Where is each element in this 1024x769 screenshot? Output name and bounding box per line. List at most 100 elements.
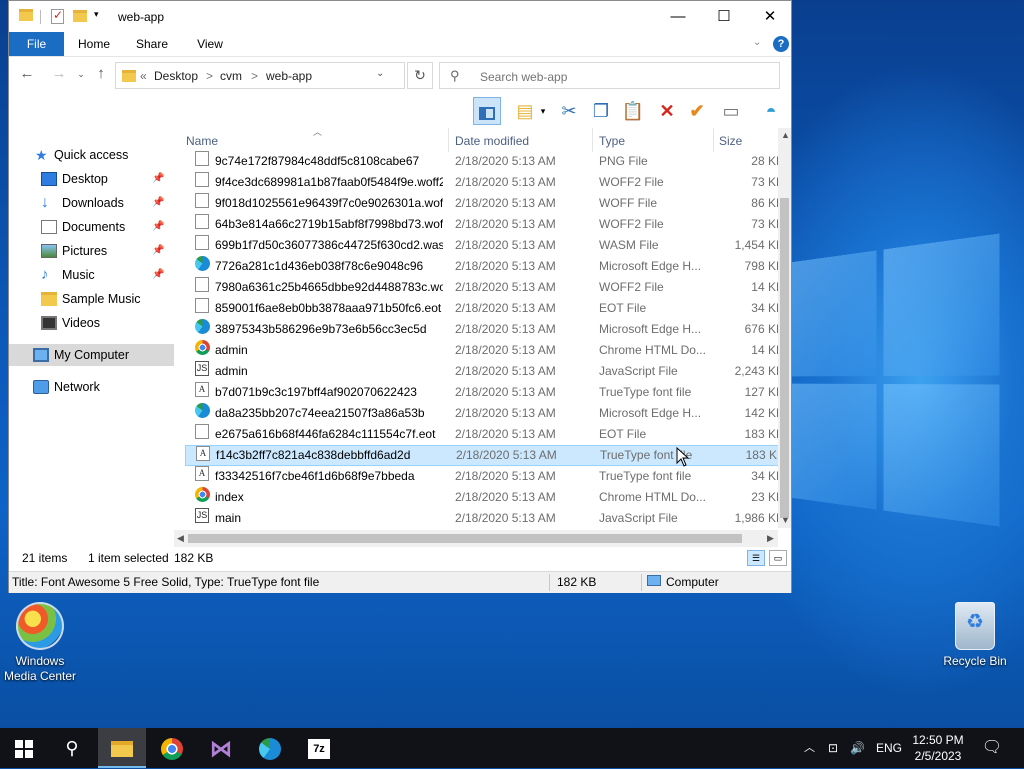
input-language[interactable]: ENG	[876, 728, 902, 768]
file-row[interactable]: JS admin 2/18/2020 5:13 AM JavaScript File 2…	[185, 361, 784, 382]
scrollbar-thumb[interactable]	[188, 534, 742, 543]
close-button[interactable]: ✕	[747, 1, 793, 32]
system-clock[interactable]: 12:50 PM 2/5/2023	[908, 732, 968, 764]
taskbar-chrome[interactable]	[148, 728, 196, 768]
paste-icon[interactable]: 📋	[619, 97, 647, 125]
scroll-up-icon[interactable]: ▲	[781, 130, 790, 140]
scrollbar-thumb[interactable]	[780, 198, 789, 518]
cut-icon[interactable]: ✂	[555, 97, 583, 125]
help-icon[interactable]: ?	[773, 36, 789, 52]
column-divider[interactable]	[713, 128, 714, 152]
show-hidden-icons-chevron-icon[interactable]: ︿	[804, 728, 815, 768]
forward-arrow-icon[interactable]: →	[49, 65, 69, 82]
sidebar-item-documents[interactable]: Documents 📌	[9, 216, 174, 238]
file-row[interactable]: JS main 2/18/2020 5:13 AM JavaScript File 1,…	[185, 508, 784, 529]
column-header-size[interactable]: Size	[719, 134, 742, 148]
vertical-scrollbar[interactable]: ▲ ▼	[778, 128, 791, 528]
search-button[interactable]: ⚲	[48, 728, 96, 768]
file-row[interactable]: Af14c3b2ff7c821a4c838debbffd6ad2d 2/18/20…	[185, 445, 785, 466]
chevron-down-icon[interactable]: ⌄	[753, 37, 761, 48]
file-row[interactable]: index 2/18/2020 5:13 AM Chrome HTML Do... 2…	[185, 487, 784, 508]
volume-icon[interactable]: 🔊	[850, 728, 865, 768]
rename-icon[interactable]: ▭	[717, 97, 745, 125]
tab-home[interactable]: Home	[71, 32, 117, 56]
column-header-date[interactable]: Date modified	[455, 134, 529, 148]
taskbar-visual-studio[interactable]: ⋈	[197, 728, 245, 768]
search-input[interactable]	[478, 67, 772, 86]
sidebar-item-network[interactable]: Network	[9, 376, 174, 398]
taskbar-7zip[interactable]: 7z	[295, 728, 343, 768]
horizontal-scrollbar[interactable]: ◀ ▶	[174, 530, 778, 547]
start-button[interactable]	[0, 728, 48, 768]
maximize-button[interactable]: ☐	[701, 1, 747, 32]
file-row[interactable]: 38975343b586296e9b73e6b56cc3ec5d 2/18/202…	[185, 319, 784, 340]
customize-quick-access-icon[interactable]: ▾	[94, 9, 99, 25]
copy-icon[interactable]: ❐	[587, 97, 615, 125]
column-divider[interactable]	[592, 128, 593, 152]
tab-file[interactable]: File	[9, 32, 64, 56]
network-status-icon[interactable]: ⊡	[828, 728, 838, 768]
sidebar-item-pictures[interactable]: Pictures 📌	[9, 240, 174, 262]
pin-icon: 📌	[152, 245, 165, 256]
search-box[interactable]: ⚲	[439, 62, 780, 89]
notification-icon[interactable]: 🗨	[976, 728, 1008, 768]
file-row[interactable]: 9c74e172f87984c48ddf5c8108cabe67 2/18/202…	[185, 151, 784, 172]
column-divider[interactable]	[448, 128, 449, 152]
file-row[interactable]: 7980a6361c25b4665dbbe92d4488783c.wo... 2/…	[185, 277, 784, 298]
shell-icon[interactable]: ◓	[757, 97, 785, 125]
sidebar-item-sample-music[interactable]: Sample Music	[9, 288, 174, 310]
address-bar[interactable]: « Desktop > cvm > web-app ⌄	[115, 62, 405, 89]
scroll-down-icon[interactable]: ▼	[781, 515, 790, 525]
breadcrumb-cvm[interactable]: cvm	[220, 69, 242, 83]
navigation-pane-button[interactable]	[473, 97, 501, 125]
sidebar-item-desktop[interactable]: Desktop 📌	[9, 168, 174, 190]
title-bar[interactable]: ▾ web-app — ☐ ✕	[9, 1, 791, 32]
file-row[interactable]: Af33342516f7cbe46f1d6b68f9e7bbeda 2/18/20…	[185, 466, 784, 487]
sidebar-item-my-computer[interactable]: My Computer	[9, 344, 174, 366]
new-folder-icon[interactable]	[73, 10, 87, 22]
checkmark-icon[interactable]: ✔	[683, 97, 711, 125]
sidebar-item-label: Videos	[62, 316, 100, 330]
large-icons-view-icon[interactable]: ▭	[769, 550, 787, 566]
file-row[interactable]: e2675a616b68f446fa6284c111554c7f.eot 2/18…	[185, 424, 784, 445]
file-row[interactable]: 9f018d1025561e96439f7c0e9026301a.woff 2/1…	[185, 193, 784, 214]
column-header-name[interactable]: Name	[186, 134, 218, 148]
delete-icon[interactable]: ✕	[653, 97, 681, 125]
sidebar-item-music[interactable]: ♪ Music 📌	[9, 264, 174, 286]
up-arrow-icon[interactable]: ↑	[91, 65, 111, 82]
taskbar-edge[interactable]	[246, 728, 294, 768]
desktop-icon-windows-media-center[interactable]: Windows Media Center	[0, 602, 80, 684]
file-row[interactable]: da8a235bb207c74eea21507f3a86a53b 2/18/202…	[185, 403, 784, 424]
breadcrumb-separator[interactable]: >	[251, 69, 258, 83]
sidebar-item-quick-access[interactable]: ★ Quick access	[9, 144, 174, 166]
sidebar-item-videos[interactable]: Videos	[9, 312, 174, 334]
minimize-button[interactable]: —	[655, 1, 701, 32]
breadcrumb-web-app[interactable]: web-app	[266, 69, 312, 83]
details-view-icon[interactable]: ☰	[747, 550, 765, 566]
recent-locations-chevron-icon[interactable]: ⌄	[71, 69, 91, 80]
scroll-right-icon[interactable]: ▶	[767, 533, 774, 544]
properties-icon[interactable]	[51, 8, 64, 24]
back-arrow-icon[interactable]: ←	[17, 65, 37, 82]
scroll-left-icon[interactable]: ◀	[177, 533, 184, 544]
file-row[interactable]: 64b3e814a66c2719b15abf8f7998bd73.woff2 2/…	[185, 214, 784, 235]
breadcrumb-desktop[interactable]: Desktop	[154, 69, 198, 83]
tab-share[interactable]: Share	[129, 32, 175, 56]
address-dropdown-icon[interactable]: ⌄	[376, 68, 384, 79]
file-row[interactable]: 859001f6ae8eb0bb3878aaa971b50fc6.eot 2/18…	[185, 298, 784, 319]
tab-view[interactable]: View	[187, 32, 233, 56]
file-row[interactable]: 7726a281c1d436eb038f78c6e9048c96 2/18/202…	[185, 256, 784, 277]
file-row[interactable]: Ab7d071b9c3c197bff4af902070622423 2/18/20…	[185, 382, 784, 403]
sidebar-item-downloads[interactable]: ↓ Downloads 📌	[9, 192, 174, 214]
file-name: 64b3e814a66c2719b15abf8f7998bd73.woff2	[215, 217, 443, 231]
file-row[interactable]: 699b1f7d50c36077386c44725f630cd2.wasm 2/1…	[185, 235, 784, 256]
column-header-type[interactable]: Type	[599, 134, 625, 148]
taskbar-file-explorer[interactable]	[98, 728, 146, 768]
breadcrumb-separator[interactable]: >	[206, 69, 213, 83]
chevron-down-icon[interactable]: ▾	[535, 97, 551, 125]
breadcrumb-overflow[interactable]: «	[140, 69, 147, 83]
desktop-icon-recycle-bin[interactable]: Recycle Bin	[935, 602, 1015, 669]
file-row[interactable]: 9f4ce3dc689981a1b87faab0f5484f9e.woff2 2/…	[185, 172, 784, 193]
refresh-icon[interactable]: ↻	[407, 62, 433, 89]
file-row[interactable]: admin 2/18/2020 5:13 AM Chrome HTML Do... 1…	[185, 340, 784, 361]
